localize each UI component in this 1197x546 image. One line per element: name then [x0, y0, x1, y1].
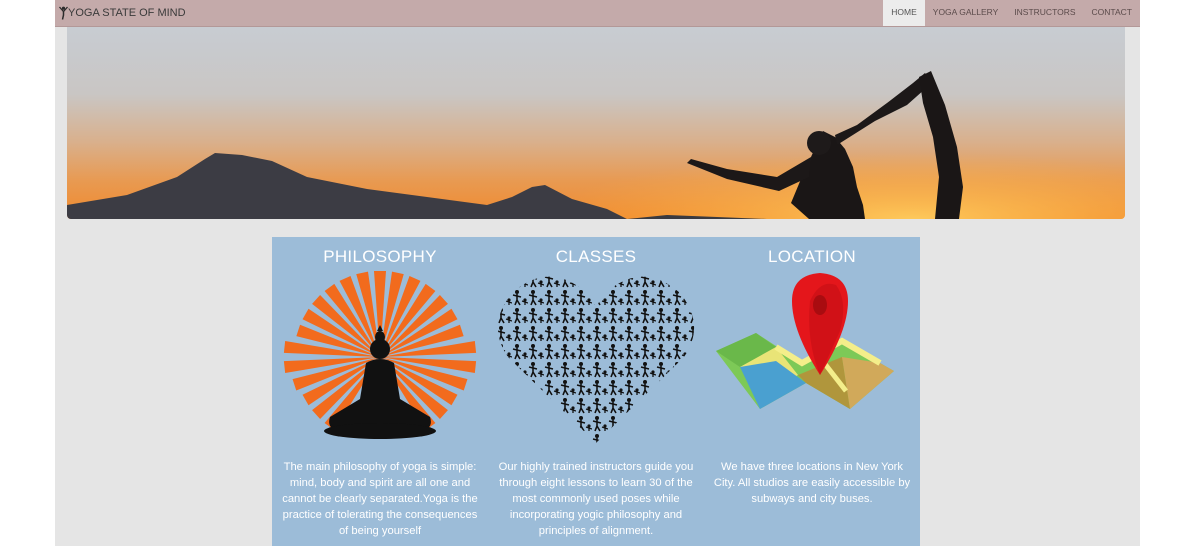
feature-text-location: We have three locations in New York City… [713, 461, 911, 505]
feature-text-classes: Our highly trained instructors guide you… [498, 461, 694, 537]
heart-of-yoga-poses-icon [497, 276, 695, 443]
hero-banner [67, 27, 1125, 219]
brand-link[interactable]: YOGA STATE OF MIND [59, 0, 186, 26]
navbar: YOGA STATE OF MIND HOME YOGA GALLERY INS… [55, 0, 1140, 27]
nav-contact[interactable]: CONTACT [1084, 0, 1140, 26]
feature-title-classes: CLASSES [555, 247, 637, 266]
brand-title: YOGA STATE OF MIND [68, 7, 186, 19]
page-container: YOGA STATE OF MIND HOME YOGA GALLERY INS… [55, 0, 1140, 546]
feature-classes: CLASSES Our highly trained instructors g… [488, 237, 704, 546]
nav-menu: HOME YOGA GALLERY INSTRUCTORS CONTACT [883, 0, 1140, 26]
feature-title-philosophy: PHILOSOPHY [323, 247, 437, 266]
nav-yoga-gallery[interactable]: YOGA GALLERY [925, 0, 1007, 26]
map-pin-icon [716, 273, 894, 409]
feature-location: LOCATION We have three locations in New … [704, 237, 920, 546]
feature-philosophy: PHILOSOPHY The main philosophy of yoga i… [272, 237, 488, 546]
nav-home[interactable]: HOME [883, 0, 925, 26]
feature-text-philosophy: The main philosophy of yoga is simple: m… [282, 461, 478, 537]
features-section: PHILOSOPHY The main philosophy of yoga i… [272, 237, 920, 546]
nav-instructors[interactable]: INSTRUCTORS [1006, 0, 1083, 26]
meditating-buddha-sunburst-icon [283, 271, 477, 439]
yoga-pose-icon [59, 6, 68, 20]
hero-sunset-yoga-image [67, 27, 1125, 219]
feature-title-location: LOCATION [767, 247, 857, 266]
